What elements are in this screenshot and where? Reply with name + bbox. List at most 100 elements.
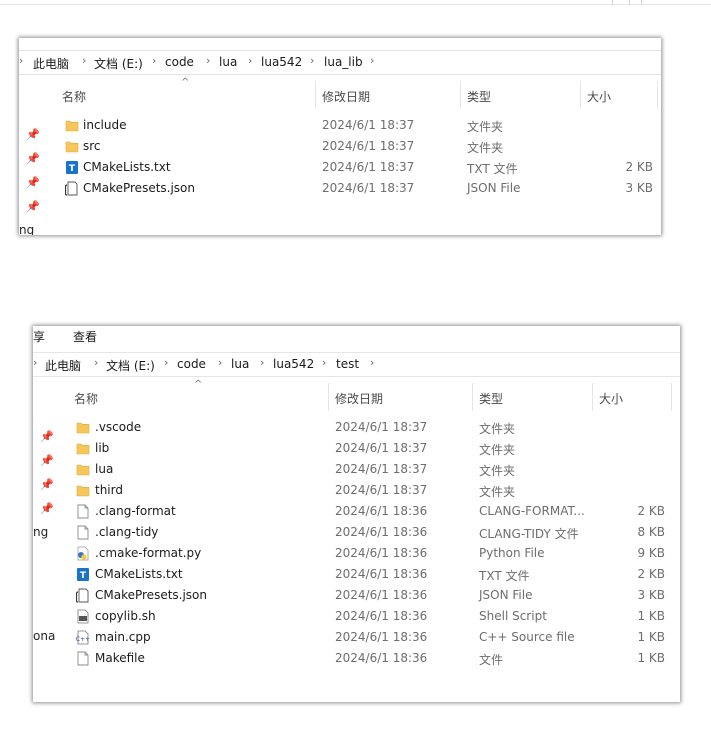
- folder-icon: [65, 118, 79, 133]
- file-row[interactable]: lua 2024/6/1 18:37 文件夹: [33, 459, 680, 480]
- breadcrumb-drive[interactable]: 文档 (E:): [94, 55, 143, 72]
- column-separator[interactable]: [671, 383, 672, 411]
- chevron-right-icon[interactable]: ›: [94, 356, 98, 369]
- column-header-name[interactable]: 名称: [62, 88, 86, 105]
- file-type: 文件夹: [479, 443, 516, 457]
- chevron-right-icon[interactable]: ›: [310, 54, 314, 67]
- file-name: .clang-tidy: [95, 525, 159, 539]
- file-modified-date: 2024/6/1 18:36: [335, 546, 428, 560]
- file-name: include: [83, 118, 127, 132]
- sort-ascending-icon: ^: [181, 77, 190, 88]
- file-row[interactable]: src 2024/6/1 18:37 文件夹: [19, 136, 661, 157]
- address-bar-border: [19, 50, 661, 51]
- file-row[interactable]: copylib.sh 2024/6/1 18:36 Shell Script 1 KB: [33, 606, 680, 627]
- file-row[interactable]: C++ main.cpp 2024/6/1 18:36 C++ Source file…: [33, 627, 680, 648]
- breadcrumb-this-pc[interactable]: 此电脑: [33, 55, 69, 72]
- chevron-right-icon[interactable]: ›: [152, 54, 156, 67]
- file-type: 文件夹: [479, 485, 516, 499]
- column-header-type[interactable]: 类型: [467, 88, 491, 105]
- file-type: 文件夹: [467, 141, 504, 155]
- file-name: copylib.sh: [95, 609, 156, 623]
- file-type: 文件夹: [479, 422, 516, 436]
- file-modified-date: 2024/6/1 18:36: [335, 651, 428, 665]
- menu-share[interactable]: 享: [33, 328, 45, 345]
- file-name: CMakePresets.json: [95, 588, 208, 602]
- column-header-row: ^ 名称 修改日期 类型 大小: [19, 77, 661, 109]
- file-size: 3 KB: [637, 588, 665, 602]
- column-header-name[interactable]: 名称: [74, 390, 98, 407]
- file-modified-date: 2024/6/1 18:36: [335, 609, 428, 623]
- address-bar[interactable]: › 此电脑 › 文档 (E:) › code › lua › lua542 › …: [19, 50, 661, 75]
- file-row[interactable]: CMakePresets.json 2024/6/1 18:36 JSON File…: [33, 585, 680, 606]
- breadcrumb-code[interactable]: code: [165, 55, 194, 69]
- breadcrumb-lua542[interactable]: lua542: [261, 55, 302, 69]
- file-type: JSON File: [467, 181, 521, 195]
- python-file-icon: [76, 546, 90, 561]
- column-header-type[interactable]: 类型: [479, 390, 503, 407]
- chevron-right-icon[interactable]: ›: [260, 356, 264, 369]
- file-row[interactable]: Makefile 2024/6/1 18:36 文件 1 KB: [33, 648, 680, 669]
- chevron-right-icon[interactable]: ›: [218, 356, 222, 369]
- chevron-right-icon[interactable]: ›: [248, 54, 252, 67]
- chevron-right-icon[interactable]: ›: [82, 54, 86, 67]
- chevron-right-icon[interactable]: ›: [206, 54, 210, 67]
- pin-icon[interactable]: 📌: [26, 200, 40, 213]
- shell-file-icon: [76, 609, 90, 624]
- breadcrumb-lua[interactable]: lua: [219, 55, 237, 69]
- breadcrumb-drive[interactable]: 文档 (E:): [106, 357, 155, 374]
- breadcrumb-lua[interactable]: lua: [231, 357, 249, 371]
- file-row[interactable]: .cmake-format.py 2024/6/1 18:36 Python Fil…: [33, 543, 680, 564]
- folder-icon: [76, 441, 90, 456]
- file-modified-date: 2024/6/1 18:36: [335, 630, 428, 644]
- file-row[interactable]: .clang-format 2024/6/1 18:36 CLANG-FORMAT.…: [33, 501, 680, 522]
- breadcrumb-code[interactable]: code: [177, 357, 206, 371]
- file-row[interactable]: include 2024/6/1 18:37 文件夹: [19, 115, 661, 136]
- chevron-right-icon[interactable]: ›: [370, 356, 374, 369]
- breadcrumb-lua-lib[interactable]: lua_lib: [324, 55, 363, 69]
- file-row[interactable]: .vscode 2024/6/1 18:37 文件夹: [33, 417, 680, 438]
- column-header-date[interactable]: 修改日期: [322, 88, 370, 105]
- file-type: CLANG-TIDY 文件: [479, 527, 579, 541]
- svg-text:C++: C++: [76, 636, 90, 643]
- column-separator[interactable]: [592, 383, 593, 411]
- file-size: 3 KB: [625, 181, 653, 195]
- column-separator[interactable]: [328, 383, 329, 411]
- file-row[interactable]: T CMakeLists.txt 2024/6/1 18:37 TXT 文件 2 KB: [19, 157, 661, 178]
- file-row[interactable]: CMakePresets.json 2024/6/1 18:37 JSON File…: [19, 178, 661, 199]
- explorer-window-lua-lib: › 此电脑 › 文档 (E:) › code › lua › lua542 › …: [19, 38, 661, 235]
- file-name: .cmake-format.py: [95, 546, 202, 560]
- chevron-right-icon[interactable]: ›: [33, 356, 37, 369]
- breadcrumb-this-pc[interactable]: 此电脑: [45, 357, 81, 374]
- column-separator[interactable]: [460, 81, 461, 109]
- file-row[interactable]: .clang-tidy 2024/6/1 18:36 CLANG-TIDY 文件 8 …: [33, 522, 680, 543]
- file-row[interactable]: lib 2024/6/1 18:37 文件夹: [33, 438, 680, 459]
- chevron-right-icon[interactable]: ›: [164, 356, 168, 369]
- chevron-right-icon[interactable]: ›: [19, 54, 23, 67]
- file-size: 2 KB: [637, 504, 665, 518]
- address-bar[interactable]: › 此电脑 › 文档 (E:) › code › lua › lua542 › …: [33, 352, 680, 377]
- column-separator[interactable]: [315, 81, 316, 109]
- column-header-size[interactable]: 大小: [599, 390, 623, 407]
- menu-view[interactable]: 查看: [73, 328, 97, 345]
- chevron-right-icon[interactable]: ›: [370, 54, 374, 67]
- column-header-date[interactable]: 修改日期: [335, 390, 383, 407]
- nav-pane-label-fragment[interactable]: ng: [19, 223, 34, 235]
- breadcrumb-lua542[interactable]: lua542: [273, 357, 314, 371]
- file-row[interactable]: T CMakeLists.txt 2024/6/1 18:36 TXT 文件 2 KB: [33, 564, 680, 585]
- column-separator[interactable]: [580, 81, 581, 109]
- column-header-size[interactable]: 大小: [587, 88, 611, 105]
- svg-text:T: T: [69, 164, 76, 174]
- chevron-right-icon[interactable]: ›: [322, 356, 326, 369]
- breadcrumb-test[interactable]: test: [336, 357, 359, 371]
- file-modified-date: 2024/6/1 18:37: [322, 139, 415, 153]
- file-name: src: [83, 139, 101, 153]
- folder-icon: [65, 139, 79, 154]
- file-row[interactable]: third 2024/6/1 18:37 文件夹: [33, 480, 680, 501]
- blank-file-icon: [76, 504, 90, 519]
- file-name: lua: [95, 462, 114, 476]
- file-name: main.cpp: [95, 630, 151, 644]
- column-separator[interactable]: [472, 383, 473, 411]
- column-separator[interactable]: [657, 81, 658, 109]
- file-name: CMakeLists.txt: [83, 160, 171, 174]
- file-size: 9 KB: [637, 546, 665, 560]
